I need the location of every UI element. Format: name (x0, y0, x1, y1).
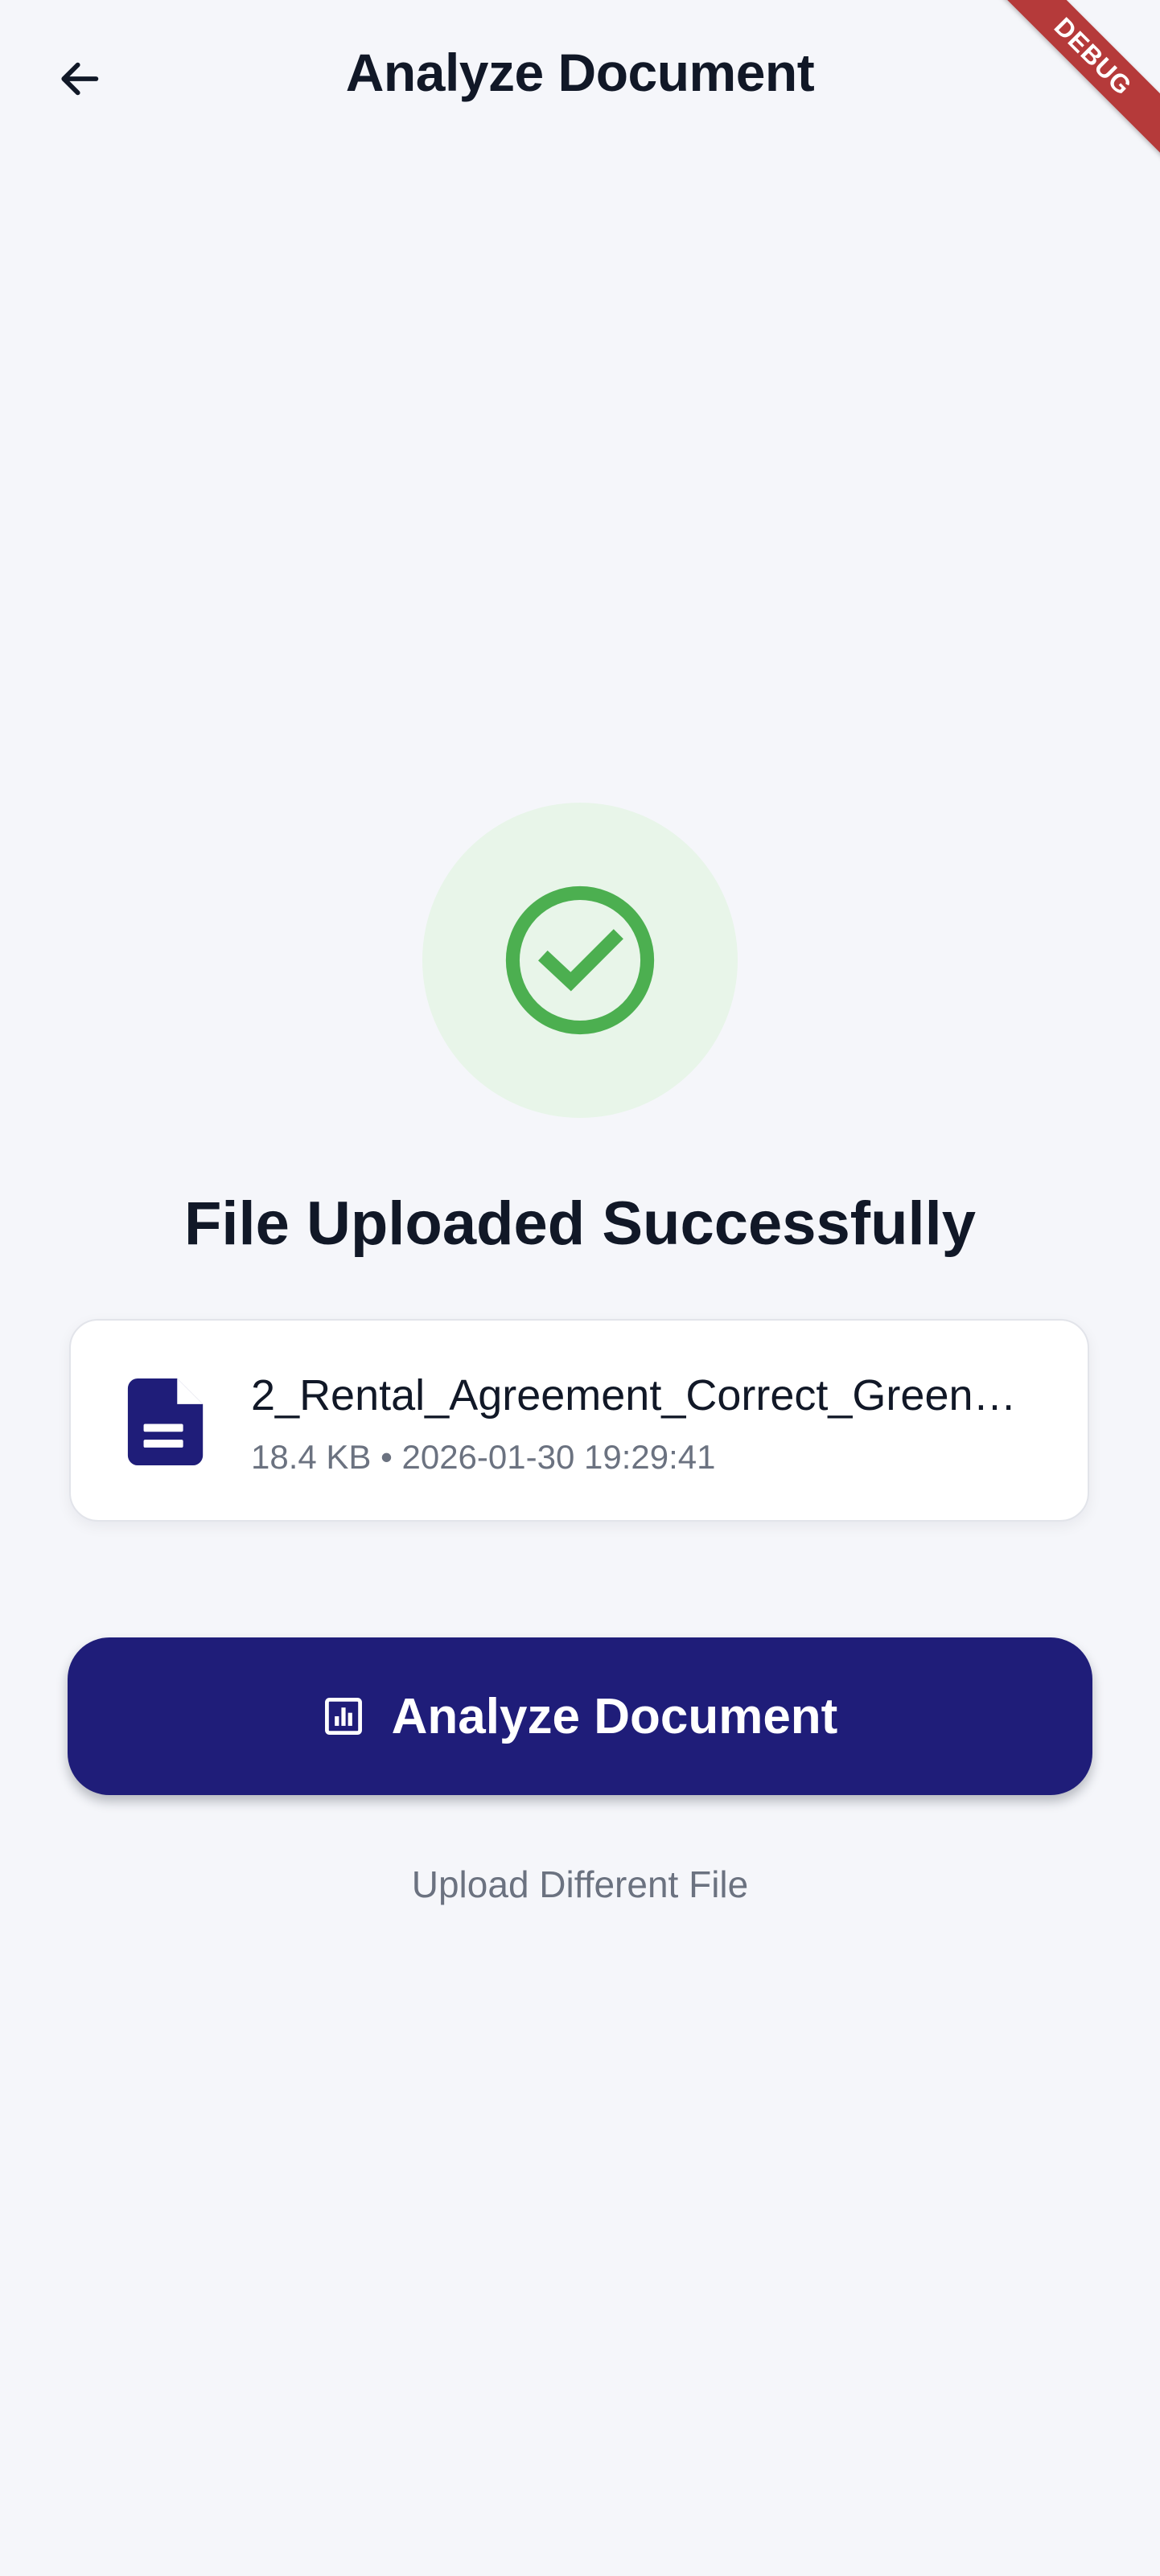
success-title: File Uploaded Successfully (183, 1189, 977, 1258)
file-meta: 18.4 KB • 2026-01-30 19:29:41 (251, 1438, 716, 1476)
analytics-icon (324, 1698, 362, 1735)
upload-different-file-button[interactable]: Upload Different File (0, 1863, 1160, 1906)
check-circle-icon (505, 885, 655, 1035)
document-icon (127, 1378, 204, 1465)
page-title: Analyze Document (345, 43, 815, 102)
success-indicator (422, 803, 738, 1118)
app-bar: Analyze Document (0, 0, 1160, 158)
analyze-document-button[interactable]: Analyze Document (68, 1637, 1092, 1795)
file-card: 2_Rental_Agreement_Correct_Green… 18.4 K… (69, 1319, 1089, 1522)
analyze-button-label: Analyze Document (391, 1688, 838, 1744)
file-name: 2_Rental_Agreement_Correct_Green… (251, 1371, 1017, 1419)
